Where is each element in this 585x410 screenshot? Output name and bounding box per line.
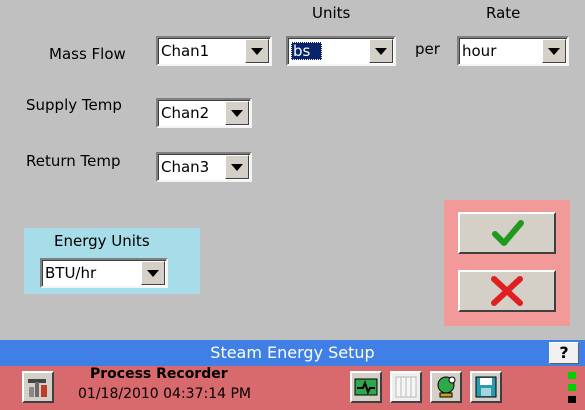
- mass-flow-label: Mass Flow: [49, 45, 126, 63]
- supply-temp-label: Supply Temp: [26, 96, 122, 114]
- alarm-button[interactable]: [430, 371, 462, 403]
- mass-flow-rate-select[interactable]: hour: [457, 36, 569, 66]
- rate-header: Rate: [486, 4, 521, 22]
- mass-flow-channel-select[interactable]: Chan1: [156, 36, 272, 66]
- checkmark-icon: [492, 220, 524, 246]
- chevron-down-icon[interactable]: [141, 261, 165, 285]
- return-temp-channel-value: Chan3: [161, 158, 210, 176]
- tools-icon: [28, 379, 47, 397]
- per-label: per: [415, 40, 440, 58]
- energy-units-panel: Energy Units BTU/hr: [24, 228, 200, 294]
- energy-units-select[interactable]: BTU/hr: [40, 258, 168, 288]
- status-indicator-icon: [568, 372, 576, 404]
- return-temp-channel-select[interactable]: Chan3: [156, 152, 252, 182]
- save-button[interactable]: [470, 371, 502, 403]
- datetime-display: 01/18/2010 04:37:14 PM: [78, 386, 251, 402]
- screen: Units Rate Mass Flow Chan1 bs per hour S…: [0, 0, 585, 410]
- help-button[interactable]: ?: [549, 342, 579, 364]
- mass-flow-channel-value: Chan1: [161, 42, 210, 60]
- page-title: Steam Energy Setup: [210, 343, 375, 362]
- grid-view-button[interactable]: [390, 371, 422, 403]
- signal-icon: [354, 378, 378, 396]
- chevron-down-icon[interactable]: [225, 101, 249, 125]
- chevron-down-icon[interactable]: [225, 155, 249, 179]
- chevron-down-icon[interactable]: [245, 39, 269, 63]
- action-panel: [444, 200, 570, 326]
- status-bar: Process Recorder 01/18/2010 04:37:14 PM: [0, 366, 585, 410]
- units-header: Units: [312, 4, 351, 22]
- energy-units-label: Energy Units: [54, 232, 150, 250]
- title-bar: Steam Energy Setup ?: [0, 340, 585, 366]
- supply-temp-channel-select[interactable]: Chan2: [156, 98, 252, 128]
- mass-flow-units-value: bs: [291, 42, 323, 60]
- channel-view-button[interactable]: [350, 371, 382, 403]
- mass-flow-units-select[interactable]: bs: [286, 36, 396, 66]
- alarm-bell-icon: [437, 376, 456, 398]
- supply-temp-channel-value: Chan2: [161, 104, 210, 122]
- energy-units-value: BTU/hr: [45, 264, 97, 282]
- chevron-down-icon[interactable]: [369, 39, 393, 63]
- chevron-down-icon[interactable]: [542, 39, 566, 63]
- tools-button[interactable]: [22, 371, 54, 403]
- app-name: Process Recorder: [90, 366, 228, 382]
- grid-icon: [395, 376, 417, 398]
- return-temp-label: Return Temp: [26, 152, 121, 170]
- save-disk-icon: [475, 376, 497, 398]
- ok-button[interactable]: [458, 212, 556, 254]
- close-icon: [491, 276, 523, 306]
- mass-flow-rate-value: hour: [462, 42, 497, 60]
- cancel-button[interactable]: [458, 270, 556, 312]
